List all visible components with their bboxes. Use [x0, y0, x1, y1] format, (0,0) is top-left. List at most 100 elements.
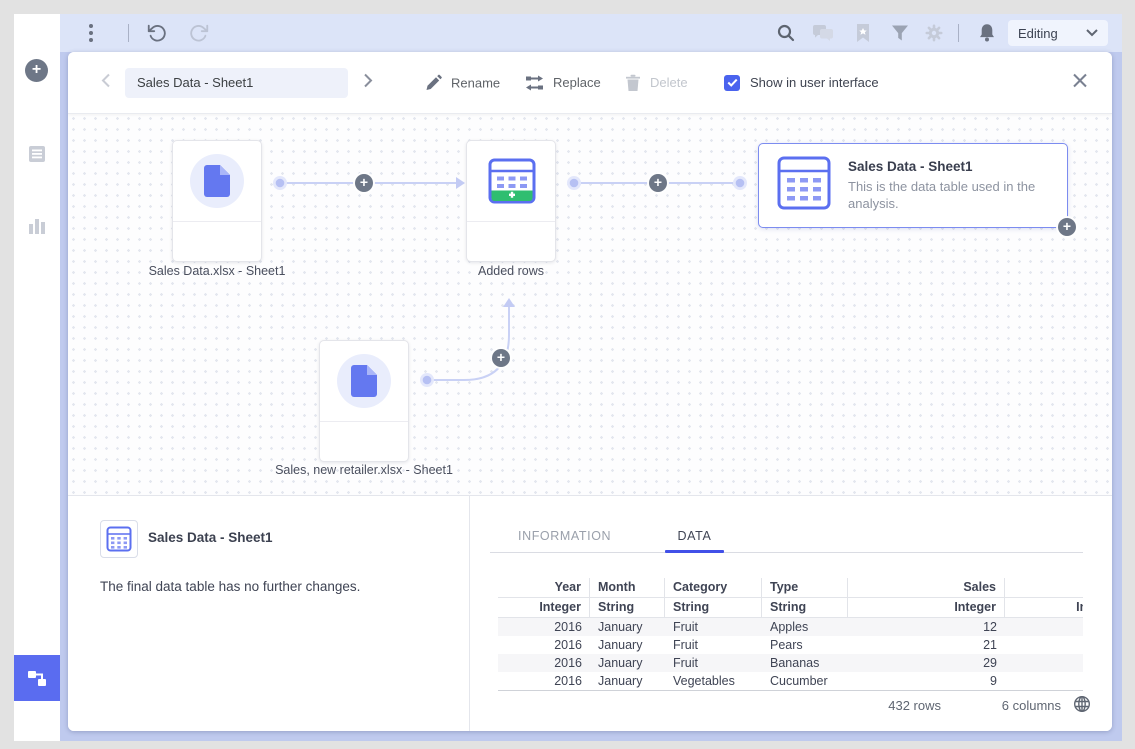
final-table-node[interactable]: Sales Data - Sheet1 This is the data tab… [758, 143, 1068, 228]
table-cell: Co [1005, 578, 1083, 597]
replace-button[interactable]: Replace [525, 75, 601, 91]
show-in-ui-checkbox-group[interactable]: Show in user interface [724, 75, 879, 91]
data-table[interactable]: YearMonthCategoryTypeSalesCoIntegerStrin… [498, 578, 1083, 691]
table-cell: Month [590, 578, 665, 597]
table-selector[interactable]: Sales Data - Sheet1 [125, 68, 348, 98]
table-cell: Sales [848, 578, 1005, 597]
trash-icon [625, 74, 641, 92]
details-section: Sales Data - Sheet1 The final data table… [68, 495, 1112, 731]
add-visualization-button[interactable]: + [25, 59, 48, 82]
show-in-ui-label: Show in user interface [750, 75, 879, 90]
replace-label: Replace [553, 75, 601, 90]
final-node-description: This is the data table used in the analy… [848, 178, 1060, 212]
top-toolbar: Editing [60, 14, 1122, 52]
undo-icon[interactable] [146, 22, 168, 44]
table-cell: 2016 [498, 654, 590, 672]
table-cell: Category [665, 578, 762, 597]
table-row: IntegerStringStringStringIntegerInteg [498, 598, 1083, 618]
table-cell [1005, 618, 1083, 636]
table-cell: 2016 [498, 618, 590, 636]
table-cell: Type [762, 578, 848, 597]
close-panel-button[interactable] [1072, 72, 1088, 93]
active-tab-underline [665, 550, 724, 553]
table-cell: Fruit [665, 618, 762, 636]
table-cell: Apples [762, 618, 848, 636]
add-step-button[interactable]: + [1058, 218, 1076, 236]
table-cell: 21 [848, 636, 1005, 654]
selected-step-title: Sales Data - Sheet1 [148, 520, 273, 556]
table-icon [106, 526, 132, 552]
delete-button[interactable]: Delete [625, 74, 688, 92]
delete-label: Delete [650, 75, 688, 90]
row-count: 432 rows [821, 698, 941, 713]
flow-canvas[interactable]: + + + + Sales Data.xlsx - Sheet1 [68, 113, 1112, 495]
tab-data[interactable]: DATA [665, 529, 724, 543]
table-cell: Integer [848, 598, 1005, 617]
redo-icon[interactable] [188, 22, 210, 44]
table-row: YearMonthCategoryTypeSalesCo [498, 578, 1083, 598]
close-icon [1072, 72, 1088, 88]
source-node-1-label: Sales Data.xlsx - Sheet1 [97, 264, 337, 278]
table-cell: String [590, 598, 665, 617]
table-cell: 2016 [498, 636, 590, 654]
table-cell [1005, 636, 1083, 654]
table-cell: String [665, 598, 762, 617]
source-node-2-label: Sales, new retailer.xlsx - Sheet1 [244, 463, 484, 477]
next-table-chevron[interactable] [363, 72, 373, 93]
pencil-icon [425, 74, 442, 91]
previous-table-chevron[interactable] [101, 72, 111, 93]
insert-transformation-button[interactable]: + [649, 174, 667, 192]
transform-node-label: Added rows [391, 264, 631, 278]
table-icon-box [100, 520, 138, 558]
table-cell: 29 [848, 654, 1005, 672]
table-cell: 9 [848, 672, 1005, 690]
bookmark-icon[interactable] [854, 23, 872, 43]
transform-node-added-rows[interactable] [466, 140, 556, 262]
table-cell [1005, 672, 1083, 690]
chart-icon[interactable] [27, 216, 47, 239]
table-cell: Integer [498, 598, 590, 617]
selected-step-description: The final data table has no further chan… [100, 579, 360, 594]
table-cell: Vegetables [665, 672, 762, 690]
rename-button[interactable]: Rename [425, 74, 500, 91]
comments-icon[interactable] [812, 24, 834, 42]
mode-dropdown-value: Editing [1018, 26, 1058, 41]
locale-globe-icon[interactable] [1073, 695, 1091, 718]
column-count: 6 columns [941, 698, 1061, 713]
table-cell: January [590, 636, 665, 654]
file-icon [351, 365, 377, 397]
replace-icon [525, 75, 544, 91]
insert-transformation-button[interactable]: + [492, 349, 510, 367]
table-cell: Fruit [665, 654, 762, 672]
data-canvas-icon [26, 667, 48, 689]
table-row: 2016JanuaryFruitApples12 [498, 618, 1083, 636]
kebab-menu-icon[interactable] [89, 24, 93, 42]
pages-icon[interactable] [27, 144, 47, 169]
table-icon [776, 155, 832, 211]
insert-transformation-button[interactable]: + [355, 174, 373, 192]
canvas-toolbar: Sales Data - Sheet1 Rename Replace Delet… [68, 52, 1112, 114]
tabs-rule [490, 552, 1083, 553]
search-icon[interactable] [776, 23, 796, 43]
app-window: + [14, 14, 1122, 741]
table-cell: 12 [848, 618, 1005, 636]
table-cell [1005, 654, 1083, 672]
table-cell: Integ [1005, 598, 1083, 617]
notifications-bell-icon[interactable] [977, 23, 997, 44]
checkbox-checked-icon[interactable] [724, 75, 740, 91]
gear-icon[interactable] [924, 23, 944, 43]
final-node-title: Sales Data - Sheet1 [848, 159, 1060, 174]
tab-information[interactable]: INFORMATION [518, 529, 611, 543]
mode-dropdown[interactable]: Editing [1008, 20, 1108, 46]
table-cell: String [762, 598, 848, 617]
filter-icon[interactable] [890, 24, 910, 43]
table-cell: January [590, 618, 665, 636]
file-icon [204, 165, 230, 197]
source-node-2[interactable] [319, 340, 409, 462]
data-canvas-panel: Sales Data - Sheet1 Rename Replace Delet… [68, 52, 1112, 731]
table-row: 2016JanuaryFruitPears21 [498, 636, 1083, 654]
source-node-1[interactable] [172, 140, 262, 262]
data-canvas-tab[interactable] [14, 655, 60, 701]
table-cell: Pears [762, 636, 848, 654]
table-cell: Year [498, 578, 590, 597]
